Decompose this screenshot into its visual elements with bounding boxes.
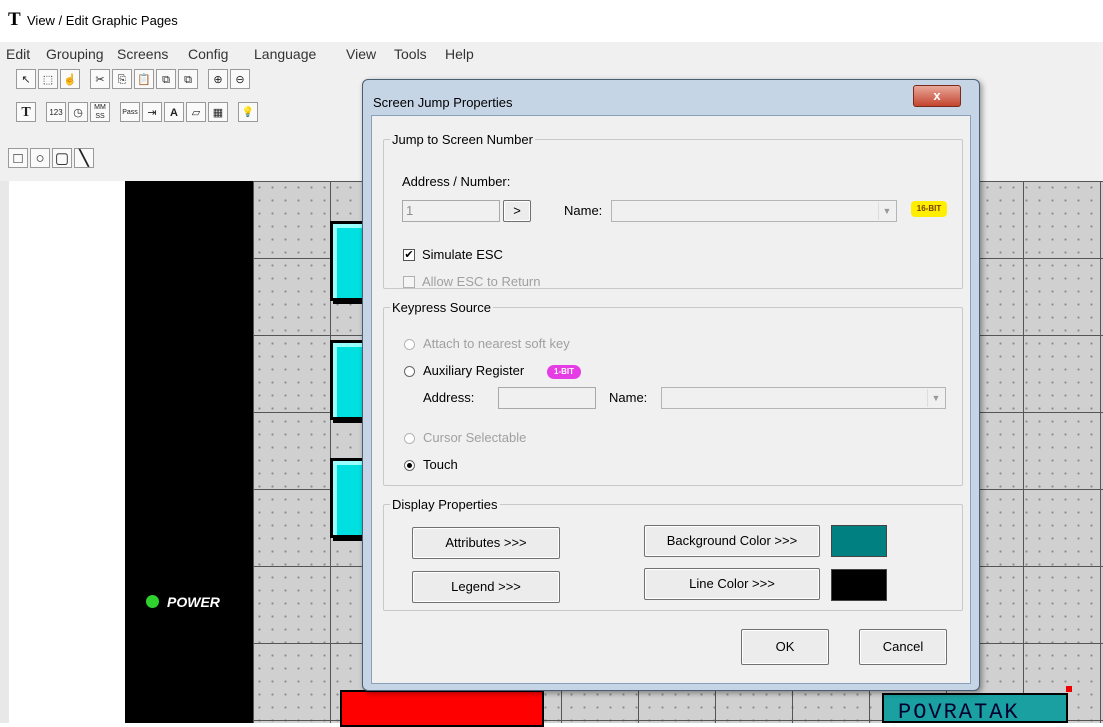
window-titlebar: T View / Edit Graphic Pages — [0, 0, 1103, 40]
radio-touch[interactable] — [404, 460, 415, 471]
time-mmss-icon[interactable]: MM SS — [90, 102, 110, 122]
app-icon: T — [8, 9, 21, 30]
menu-language[interactable]: Language — [254, 46, 316, 62]
allow-esc-checkbox[interactable] — [403, 276, 415, 288]
allow-esc-label: Allow ESC to Return — [422, 274, 541, 289]
power-led-icon — [146, 595, 159, 608]
aux-register-label: Auxiliary Register — [423, 363, 525, 378]
simulate-esc-label: Simulate ESC — [422, 247, 503, 262]
aux-address-input[interactable] — [498, 387, 596, 409]
display-group-legend: Display Properties — [392, 497, 498, 512]
ok-button[interactable]: OK — [741, 629, 829, 665]
1-bit-badge: 1-BIT — [547, 365, 581, 379]
legend-button[interactable]: Legend >>> — [412, 571, 560, 603]
povratak-button[interactable]: POVRATAK — [882, 693, 1068, 723]
marquee-select-icon[interactable]: ⬚ — [38, 69, 58, 89]
radio-softkey[interactable] — [404, 339, 415, 350]
simulate-esc-checkbox[interactable]: ✔ — [403, 249, 415, 261]
aux-name-label: Name: — [609, 390, 648, 405]
address-number-input[interactable]: 1 — [402, 200, 500, 222]
left-pane — [0, 181, 125, 723]
softkey-label: Attach to nearest soft key — [423, 336, 570, 351]
close-icon[interactable]: x — [913, 85, 961, 107]
keypress-group-legend: Keypress Source — [392, 300, 491, 315]
rounded-rect-icon[interactable]: ▢ — [52, 148, 72, 168]
menu-help[interactable]: Help — [445, 46, 474, 62]
pointer-icon[interactable]: ↖ — [16, 69, 36, 89]
menu-view[interactable]: View — [346, 46, 376, 62]
rectangle-icon[interactable]: □ — [8, 148, 28, 168]
aux-address-label: Address: — [423, 390, 475, 405]
selection-handle[interactable] — [1066, 686, 1072, 692]
radio-cursor-selectable[interactable] — [404, 433, 415, 444]
cursor-selectable-label: Cursor Selectable — [423, 430, 527, 445]
lamp-icon[interactable]: 💡 — [238, 102, 258, 122]
16-bit-badge: 16-BIT — [911, 201, 947, 217]
address-browse-button[interactable]: > — [503, 200, 531, 222]
numeric-icon[interactable]: 123 — [46, 102, 66, 122]
edit-field-icon[interactable]: ▱ — [186, 102, 206, 122]
radio-aux-register[interactable] — [404, 366, 415, 377]
aux-name-select[interactable]: ▼ — [661, 387, 946, 409]
clock-icon[interactable]: ◷ — [68, 102, 88, 122]
hand-pan-icon[interactable]: ☝ — [60, 69, 80, 89]
attributes-button[interactable]: Attributes >>> — [412, 527, 560, 559]
window-title: View / Edit Graphic Pages — [27, 13, 178, 28]
menu-config[interactable]: Config — [188, 46, 228, 62]
jump-name-label: Name: — [564, 203, 603, 218]
line-icon[interactable]: ╲ — [74, 148, 94, 168]
touch-label: Touch — [423, 457, 458, 472]
ascii-text-icon[interactable]: A — [164, 102, 184, 122]
copy-icon[interactable]: ⎘ — [112, 69, 132, 89]
menu-edit[interactable]: Edit — [6, 46, 30, 62]
jump-name-select[interactable]: ▼ — [611, 200, 897, 222]
send-back-icon[interactable]: ⧉ — [178, 69, 198, 89]
address-number-label: Address / Number: — [402, 174, 511, 189]
background-color-button[interactable]: Background Color >>> — [644, 525, 820, 557]
power-label: POWER — [167, 594, 220, 610]
bitmap-icon[interactable]: ▦ — [208, 102, 228, 122]
chevron-down-icon[interactable]: ▼ — [878, 202, 895, 220]
line-color-swatch[interactable] — [831, 569, 887, 601]
menu-bar: Edit Grouping Screens Config Language Vi… — [0, 42, 1103, 67]
menu-screens[interactable]: Screens — [117, 46, 168, 62]
paste-icon[interactable]: 📋 — [134, 69, 154, 89]
cut-icon[interactable]: ✂ — [90, 69, 110, 89]
dialog-title: Screen Jump Properties — [373, 95, 513, 110]
background-color-swatch[interactable] — [831, 525, 887, 557]
text-tool-icon[interactable]: T — [16, 102, 36, 122]
zoom-out-icon[interactable]: ⊖ — [230, 69, 250, 89]
list-icon[interactable]: ⇥ — [142, 102, 162, 122]
menu-tools[interactable]: Tools — [394, 46, 427, 62]
jump-group-legend: Jump to Screen Number — [392, 132, 533, 147]
bring-front-icon[interactable]: ⧉ — [156, 69, 176, 89]
password-icon[interactable]: Pass — [120, 102, 140, 122]
cancel-button[interactable]: Cancel — [859, 629, 947, 665]
circle-icon[interactable]: ○ — [30, 148, 50, 168]
menu-grouping[interactable]: Grouping — [46, 46, 104, 62]
line-color-button[interactable]: Line Color >>> — [644, 568, 820, 600]
zoom-in-icon[interactable]: ⊕ — [208, 69, 228, 89]
screen-jump-dialog: Screen Jump Properties x Jump to Screen … — [362, 79, 980, 691]
chevron-down-icon[interactable]: ▼ — [927, 389, 944, 407]
canvas-red-block[interactable] — [340, 690, 544, 727]
dialog-body: Jump to Screen Number Address / Number: … — [371, 115, 971, 684]
screen-left-panel — [125, 181, 253, 723]
